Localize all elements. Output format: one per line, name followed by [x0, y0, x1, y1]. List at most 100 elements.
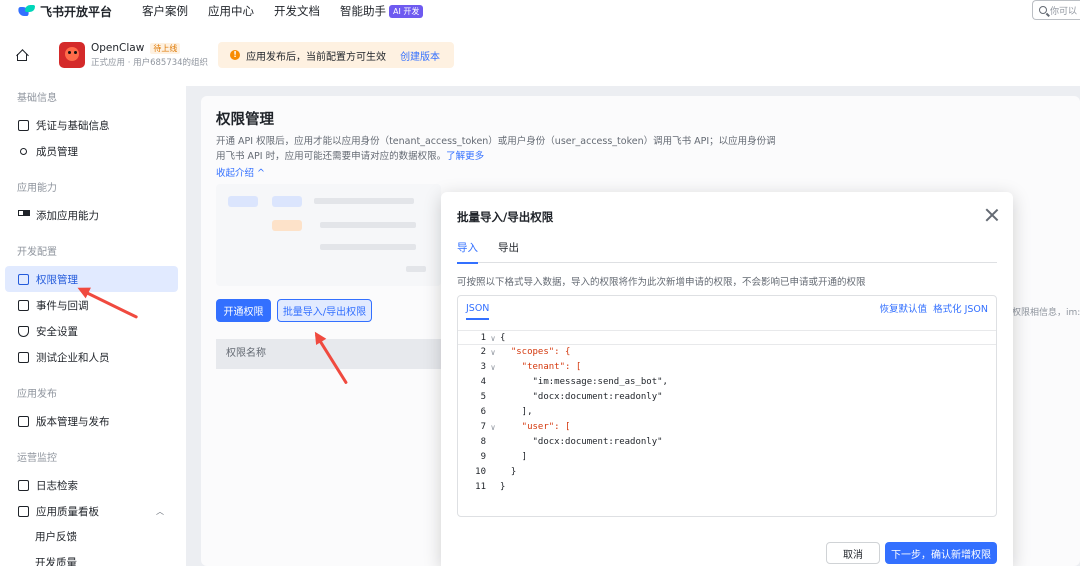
grid-icon [18, 209, 29, 221]
brand[interactable]: 飞书开放平台 [17, 3, 113, 20]
flow-line [314, 198, 414, 204]
sidebar-item-label: 安全设置 [36, 325, 78, 338]
sidebar-item-quality[interactable]: 应用质量看板 ︿ [5, 498, 178, 524]
person-icon [20, 147, 27, 155]
page-hint-text: 权限相信息，im: [1012, 308, 1080, 318]
flow-pill [272, 196, 302, 207]
line-number: 6 [480, 407, 486, 417]
line-number: 8 [480, 437, 486, 447]
sidebar-item-logs[interactable]: 日志检索 [5, 472, 178, 498]
sidebar-item-members[interactable]: 成员管理 [5, 138, 178, 164]
search-placeholder: 你可以 [1050, 6, 1078, 17]
line-number: 10 [475, 467, 486, 477]
format-json-button[interactable]: 格式化 JSON [933, 301, 988, 315]
search-input[interactable]: 你可以 [1032, 0, 1080, 20]
fold-chevron-icon[interactable]: ∨ [486, 360, 500, 375]
next-confirm-button[interactable]: 下一步，确认新增权限 [885, 542, 997, 564]
sidebar-item-label: 凭证与基础信息 [36, 119, 110, 132]
reset-default-button[interactable]: 恢复默认值 [880, 301, 928, 315]
flow-pill [228, 196, 258, 207]
notice-text: 应用发布后，当前配置方可生效 [246, 51, 387, 63]
sidebar-subitem-dev-quality[interactable]: 开发质量 [0, 550, 186, 566]
editor-tab-json[interactable]: JSON [466, 296, 490, 320]
app-name: OpenClaw [91, 42, 145, 54]
code-line: 5 "docx:document:readonly" [458, 390, 996, 405]
nav-link-cases[interactable]: 客户案例 [142, 3, 188, 19]
app-info[interactable]: OpenClaw 待上线 正式应用 · 用户685734的组织 [91, 42, 208, 68]
fold-gutter [486, 405, 500, 420]
collapse-intro-label: 收起介绍 [216, 168, 255, 179]
flow-line [406, 266, 426, 272]
app-header: OpenClaw 待上线 正式应用 · 用户685734的组织 ! 应用发布后，… [0, 34, 1080, 76]
dialog-title: 批量导入/导出权限 [457, 210, 554, 224]
brand-name: 飞书开放平台 [40, 4, 113, 19]
sidebar-item-permissions[interactable]: 权限管理 [5, 266, 178, 292]
fold-chevron-icon[interactable]: ∨ [486, 345, 500, 360]
line-number: 9 [480, 452, 486, 462]
chevron-up-icon: ^ [257, 168, 266, 179]
tab-export[interactable]: 导出 [498, 239, 519, 263]
create-version-link[interactable]: 创建版本 [400, 48, 440, 63]
code-text: } [500, 467, 517, 477]
app-status-badge: 待上线 [150, 42, 181, 54]
chevron-up-icon: ︿ [156, 506, 164, 516]
batch-import-export-button[interactable]: 批量导入/导出权限 [277, 299, 372, 322]
code-line: 1 ∨{ [458, 330, 996, 345]
line-number: 5 [480, 392, 486, 402]
ai-badge: AI 开发 [389, 5, 424, 18]
fold-chevron-icon[interactable]: ∨ [486, 331, 500, 344]
open-permission-button[interactable]: 开通权限 [216, 299, 271, 322]
code-text: "docx:document:readonly" [500, 437, 663, 447]
sidebar-group-basic: 基础信息 [17, 93, 57, 104]
learn-more-link[interactable]: 了解更多 [446, 151, 484, 162]
json-editor[interactable]: JSON 恢复默认值 格式化 JSON 1 ∨{2 ∨ "scopes": {3 ∨ … [457, 295, 997, 517]
line-number: 2 [480, 347, 486, 357]
page-title: 权限管理 [216, 112, 274, 128]
fold-gutter [486, 390, 500, 405]
sidebar-item-versions[interactable]: 版本管理与发布 [5, 408, 178, 434]
sidebar: 基础信息 凭证与基础信息 成员管理 应用能力 添加应用能力 开发配置 权限管理 … [0, 86, 186, 566]
code-text: "docx:document:readonly" [500, 392, 663, 402]
fold-chevron-icon[interactable]: ∨ [486, 420, 500, 435]
tab-import[interactable]: 导入 [457, 239, 478, 264]
nav-link-app-center[interactable]: 应用中心 [208, 3, 254, 19]
close-icon[interactable] [985, 208, 999, 222]
code-text: "tenant": [ [500, 362, 582, 372]
code-line: 7 ∨ "user": [ [458, 420, 996, 435]
intro-flow-diagram [216, 184, 441, 286]
warning-icon: ! [230, 50, 241, 60]
cancel-button[interactable]: 取消 [826, 542, 880, 564]
sidebar-item-security[interactable]: 安全设置 [5, 318, 178, 344]
collapse-intro-link[interactable]: 收起介绍 ^ [216, 165, 265, 179]
code-text: "user": [ [500, 422, 571, 432]
code-area[interactable]: 1 ∨{2 ∨ "scopes": {3 ∨ "tenant": [4 "im:mes… [458, 330, 996, 495]
sidebar-item-label: 权限管理 [36, 273, 78, 286]
home-icon[interactable] [15, 48, 29, 62]
fold-gutter [486, 465, 500, 480]
top-navbar: 飞书开放平台 客户案例 应用中心 开发文档 智能助手 AI 开发 你可以 [0, 0, 1080, 22]
credential-icon [18, 119, 29, 131]
nav-link-docs[interactable]: 开发文档 [274, 3, 320, 19]
page-description-text: 开通 API 权限后，应用才能以应用身份（tenant_access_token… [216, 136, 776, 162]
log-icon [18, 479, 29, 491]
editor-header: JSON 恢复默认值 格式化 JSON [458, 296, 996, 320]
code-text: } [500, 482, 506, 492]
flow-pill [272, 220, 302, 231]
fold-gutter [486, 480, 500, 495]
nav-link-assistant[interactable]: 智能助手 AI 开发 [340, 3, 424, 19]
fold-gutter [486, 435, 500, 450]
code-line: 2 ∨ "scopes": { [458, 345, 996, 360]
publish-notice: ! 应用发布后，当前配置方可生效 创建版本 [218, 42, 455, 68]
lock-icon [18, 273, 29, 285]
flow-line [320, 222, 416, 228]
sidebar-item-label: 版本管理与发布 [36, 415, 110, 428]
sidebar-subitem-feedback[interactable]: 用户反馈 [0, 524, 186, 550]
feishu-logo-icon [17, 3, 36, 19]
line-number: 7 [480, 422, 486, 432]
sidebar-item-credentials[interactable]: 凭证与基础信息 [5, 112, 178, 138]
app-subtitle: 正式应用 · 用户685734的组织 [91, 58, 209, 68]
batch-permission-dialog: 批量导入/导出权限 导入 导出 可按照以下格式导入数据，导入的权限将作为此次新增… [441, 192, 1013, 566]
sidebar-item-add-capability[interactable]: 添加应用能力 [5, 202, 178, 228]
import-hint: 可按照以下格式导入数据，导入的权限将作为此次新增申请的权限，不会影响已申请或开通… [457, 277, 866, 288]
sidebar-item-test-org[interactable]: 测试企业和人员 [5, 344, 178, 370]
